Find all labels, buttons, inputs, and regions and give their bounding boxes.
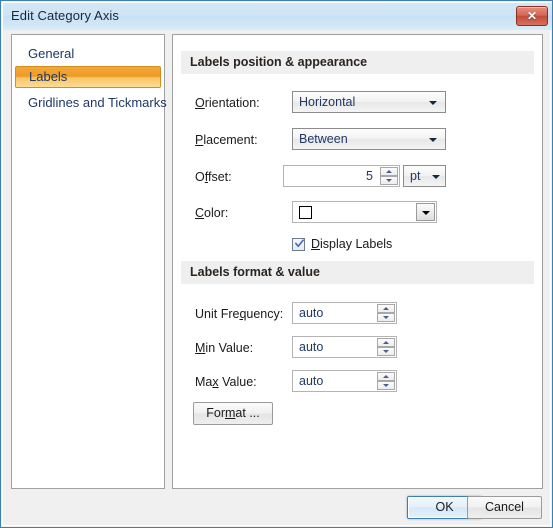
min-value-value: auto (299, 340, 324, 354)
display-labels-label-text: isplay Labels (320, 237, 393, 251)
orientation-value: Horizontal (299, 95, 356, 109)
max-value-value: auto (299, 374, 324, 388)
max-value-spin-down-button[interactable] (377, 381, 395, 390)
placement-dropdown[interactable]: Between (292, 128, 446, 150)
format-button-label-pre: For (206, 406, 225, 420)
min-value-stepper[interactable]: auto (292, 336, 397, 358)
offset-spin-up-button[interactable] (380, 167, 398, 176)
offset-stepper[interactable]: 5 (283, 165, 400, 187)
orientation-label: Orientation: (195, 96, 260, 110)
placement-value: Between (299, 132, 348, 146)
sidebar-item-label: General (28, 46, 75, 61)
sidebar-item-labels[interactable]: Labels (15, 66, 161, 88)
sidebar-item-label: Gridlines and Tickmarks (28, 95, 167, 110)
chevron-down-icon (429, 101, 437, 105)
min-value-label: Min Value: (195, 341, 253, 355)
unit-frequency-spin-up-button[interactable] (377, 304, 395, 313)
color-picker[interactable] (292, 201, 437, 223)
max-value-spin-up-button[interactable] (377, 372, 395, 381)
close-icon: ✕ (526, 9, 538, 23)
unit-frequency-label: Unit Frequency: (195, 307, 283, 321)
max-value-label-text: Value: (218, 375, 257, 389)
display-labels-accesskey: D (311, 237, 321, 251)
offset-spin-down-button[interactable] (380, 176, 398, 185)
offset-spin-buttons[interactable] (380, 167, 398, 185)
max-value-label-pre: Ma (195, 375, 213, 389)
offset-label: Offset: (195, 170, 232, 184)
max-value-label: Max Value: (195, 375, 257, 389)
unit-frequency-label-text: uency: (246, 307, 284, 321)
color-accesskey: C (195, 206, 205, 220)
offset-label-text: fset: (207, 170, 232, 184)
format-button[interactable]: Format ... (193, 402, 273, 425)
max-value-stepper[interactable]: auto (292, 370, 397, 392)
min-value-accesskey: M (195, 341, 206, 355)
chevron-down-icon (422, 211, 430, 215)
title-bar: Edit Category Axis ✕ (3, 3, 552, 30)
min-value-spin-up-button[interactable] (377, 338, 395, 347)
caret-down-icon (386, 179, 392, 182)
section-title: Labels format & value (190, 265, 320, 279)
offset-unit-dropdown[interactable]: pt (403, 165, 446, 187)
offset-label-pre: O (195, 170, 205, 184)
placement-label-text: lacement: (203, 133, 258, 147)
category-list-panel: General Labels Gridlines and Tickmarks (11, 34, 167, 489)
chevron-down-icon (432, 175, 440, 179)
unit-frequency-spin-buttons[interactable] (377, 304, 395, 322)
close-button[interactable]: ✕ (516, 6, 548, 26)
color-dropdown-button[interactable] (416, 203, 435, 221)
section-title: Labels position & appearance (190, 55, 368, 69)
unit-frequency-stepper[interactable]: auto (292, 302, 397, 324)
caret-up-icon (386, 170, 392, 173)
checkbox-box (292, 238, 305, 251)
orientation-accesskey: O (195, 96, 205, 110)
sidebar-item-label: Labels (29, 69, 68, 84)
section-header-labels-position: Labels position & appearance (181, 51, 534, 74)
caret-down-icon (383, 350, 389, 353)
section-header-labels-format: Labels format & value (181, 261, 534, 284)
settings-panel: Labels position & appearance Orientation… (172, 34, 543, 489)
sidebar-item-gridlines-and-tickmarks[interactable]: Gridlines and Tickmarks (15, 92, 167, 114)
orientation-label-text: rientation: (204, 96, 260, 110)
max-value-spin-buttons[interactable] (377, 372, 395, 390)
chevron-down-icon (429, 138, 437, 142)
caret-up-icon (383, 375, 389, 378)
caret-down-icon (383, 316, 389, 319)
caret-down-icon (383, 384, 389, 387)
color-label: Color: (195, 206, 228, 220)
color-label-text: olor: (204, 206, 229, 220)
caret-up-icon (383, 341, 389, 344)
unit-frequency-value: auto (299, 306, 324, 320)
edit-category-axis-dialog: Edit Category Axis ✕ General Labels Grid… (0, 0, 553, 528)
min-value-spin-down-button[interactable] (377, 347, 395, 356)
offset-unit-value: pt (410, 169, 421, 183)
orientation-dropdown[interactable]: Horizontal (292, 91, 446, 113)
sidebar-item-general[interactable]: General (15, 43, 161, 65)
check-icon (295, 239, 304, 248)
format-button-label-text: at ... (235, 406, 260, 420)
min-value-spin-buttons[interactable] (377, 338, 395, 356)
unit-frequency-label-pre: Unit Fre (195, 307, 240, 321)
min-value-label-text: in Value: (205, 341, 254, 355)
offset-value: 5 (366, 169, 373, 183)
unit-frequency-spin-down-button[interactable] (377, 313, 395, 322)
caret-up-icon (383, 307, 389, 310)
placement-label: Placement: (195, 133, 258, 147)
cancel-button[interactable]: Cancel (467, 496, 542, 519)
format-button-accesskey: m (225, 406, 236, 420)
display-labels-label: Display Labels (311, 237, 392, 251)
color-swatch (299, 206, 312, 219)
dialog-title: Edit Category Axis (11, 8, 120, 23)
